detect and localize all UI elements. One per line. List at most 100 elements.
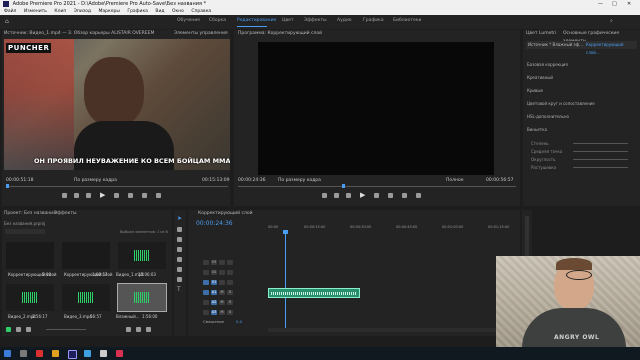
track-label[interactable]: A2 — [211, 300, 217, 305]
lumetri-source-selector[interactable]: Источник * Влажный эф... Корректирующий … — [526, 41, 637, 55]
effects-tab[interactable]: Эффекты — [54, 210, 77, 218]
export-frame-icon[interactable] — [416, 193, 421, 198]
program-monitor-tab[interactable]: Программа: Корректирующий слой — [238, 30, 322, 38]
pencil-icon[interactable] — [6, 327, 11, 332]
new-bin-icon[interactable] — [126, 327, 131, 332]
workspace-learning[interactable]: Обучение — [177, 18, 200, 23]
mute-icon[interactable]: M — [219, 310, 225, 315]
track-a1[interactable]: A1 M S — [198, 288, 268, 297]
extract-icon[interactable] — [402, 193, 407, 198]
search-icon[interactable]: ⌕ — [610, 18, 613, 24]
source-patch[interactable] — [203, 290, 209, 295]
workspace-assembly[interactable]: Сборка — [209, 18, 226, 23]
menu-view[interactable]: Вид — [155, 9, 164, 14]
windows-start-icon[interactable] — [4, 350, 11, 357]
timeline-playhead[interactable] — [285, 232, 286, 332]
project-item-video-1[interactable] — [118, 242, 166, 269]
step-back-icon[interactable] — [346, 193, 351, 198]
pen-tool-icon[interactable] — [177, 267, 182, 272]
eye-icon[interactable] — [227, 270, 233, 275]
icon-view-icon[interactable] — [26, 327, 31, 332]
menu-sequence[interactable]: Эпизод — [74, 9, 91, 14]
section-curves[interactable]: Кривые — [527, 84, 637, 97]
app-icon[interactable] — [84, 350, 91, 357]
search-icon[interactable] — [20, 350, 27, 357]
project-item-adjustment-2[interactable] — [62, 242, 110, 269]
menu-file[interactable]: Файл — [4, 9, 16, 14]
essential-graphics-tab[interactable]: Основные графические элементы — [563, 30, 640, 44]
slip-tool-icon[interactable] — [177, 257, 182, 262]
step-back-icon[interactable] — [86, 193, 91, 198]
audio-clip-a1[interactable] — [268, 288, 360, 298]
midpoint-slider[interactable] — [573, 151, 628, 152]
workspace-libraries[interactable]: Библиотеки — [393, 18, 421, 23]
new-item-icon[interactable] — [136, 327, 141, 332]
track-label[interactable]: V3 — [211, 260, 217, 265]
step-forward-icon[interactable] — [114, 193, 119, 198]
maximize-button[interactable]: □ — [612, 0, 617, 8]
playhead-handle[interactable] — [283, 230, 288, 234]
project-item-selected[interactable] — [117, 283, 167, 312]
project-tab[interactable]: Проект: Без названия — [4, 210, 56, 218]
folder-icon[interactable] — [52, 350, 59, 357]
hand-tool-icon[interactable] — [177, 277, 182, 282]
source-timecode[interactable]: 00:00:51:18 — [6, 178, 33, 183]
lock-icon[interactable] — [203, 260, 209, 265]
ripple-edit-tool-icon[interactable] — [177, 237, 182, 242]
track-label[interactable]: V1 — [211, 280, 217, 285]
solo-icon[interactable]: S — [227, 290, 233, 295]
menu-graphics[interactable]: Графика — [127, 9, 148, 14]
menu-help[interactable]: Справка — [191, 9, 211, 14]
menu-window[interactable]: Окно — [172, 9, 184, 14]
menu-clip[interactable]: Клип — [54, 9, 66, 14]
menu-edit[interactable]: Изменить — [24, 9, 47, 14]
sync-icon[interactable] — [219, 280, 225, 285]
program-playhead[interactable] — [342, 184, 345, 188]
play-icon[interactable]: ▶ — [360, 191, 365, 199]
premiere-icon[interactable] — [68, 350, 77, 359]
track-a2[interactable]: A2 M S — [198, 298, 268, 307]
program-quality-dropdown[interactable]: Полное — [446, 178, 463, 183]
source-scrub-bar[interactable] — [6, 186, 228, 187]
program-timecode[interactable]: 00:00:24:36 — [238, 178, 265, 183]
effect-controls-tab[interactable]: Элементы управления эффектами — [174, 30, 230, 44]
track-v1[interactable]: V1 — [198, 278, 268, 287]
track-label[interactable]: V2 — [211, 270, 217, 275]
sync-icon[interactable] — [219, 270, 225, 275]
timeline-horizontal-scrollbar[interactable] — [268, 328, 508, 332]
app-icon[interactable] — [100, 350, 107, 357]
section-basic[interactable]: Базовая коррекция — [527, 58, 637, 71]
lumetri-tab[interactable]: Цвет Lumetri — [526, 30, 556, 38]
workspace-graphics[interactable]: Графика — [363, 18, 384, 23]
minimize-button[interactable]: — — [598, 0, 603, 8]
overwrite-icon[interactable] — [142, 193, 147, 198]
solo-icon[interactable]: S — [227, 300, 233, 305]
project-item-adjustment-1[interactable] — [6, 242, 54, 269]
mark-in-icon[interactable] — [322, 193, 327, 198]
sync-icon[interactable] — [219, 260, 225, 265]
type-tool-icon[interactable]: T — [177, 286, 181, 293]
home-icon[interactable]: ⌂ — [5, 18, 9, 25]
mark-out-icon[interactable] — [74, 193, 79, 198]
project-search-input[interactable] — [5, 229, 45, 234]
mark-out-icon[interactable] — [334, 193, 339, 198]
section-creative[interactable]: Креативный — [527, 71, 637, 84]
eye-icon[interactable] — [227, 260, 233, 265]
track-label[interactable]: A3 — [211, 310, 217, 315]
razor-tool-icon[interactable] — [177, 247, 182, 252]
play-icon[interactable]: ▶ — [100, 191, 105, 199]
amount-slider[interactable] — [573, 143, 628, 144]
export-frame-icon[interactable] — [156, 193, 161, 198]
section-vignette[interactable]: Виньетка — [527, 123, 637, 136]
source-monitor-tab[interactable]: Источник: Видео_1.mp4 — 3. Обзор карьеры… — [4, 30, 154, 38]
program-video-frame[interactable] — [258, 42, 494, 175]
step-forward-icon[interactable] — [374, 193, 379, 198]
workspace-audio[interactable]: Аудио — [337, 18, 352, 23]
lock-icon[interactable] — [203, 300, 209, 305]
close-button[interactable]: ✕ — [627, 0, 631, 8]
source-patch[interactable] — [203, 280, 209, 285]
timeline-tab[interactable]: Корректирующий слой — [198, 210, 253, 218]
track-a3[interactable]: A3 M S — [198, 308, 268, 317]
mute-icon[interactable]: M — [219, 300, 225, 305]
eye-icon[interactable] — [227, 280, 233, 285]
